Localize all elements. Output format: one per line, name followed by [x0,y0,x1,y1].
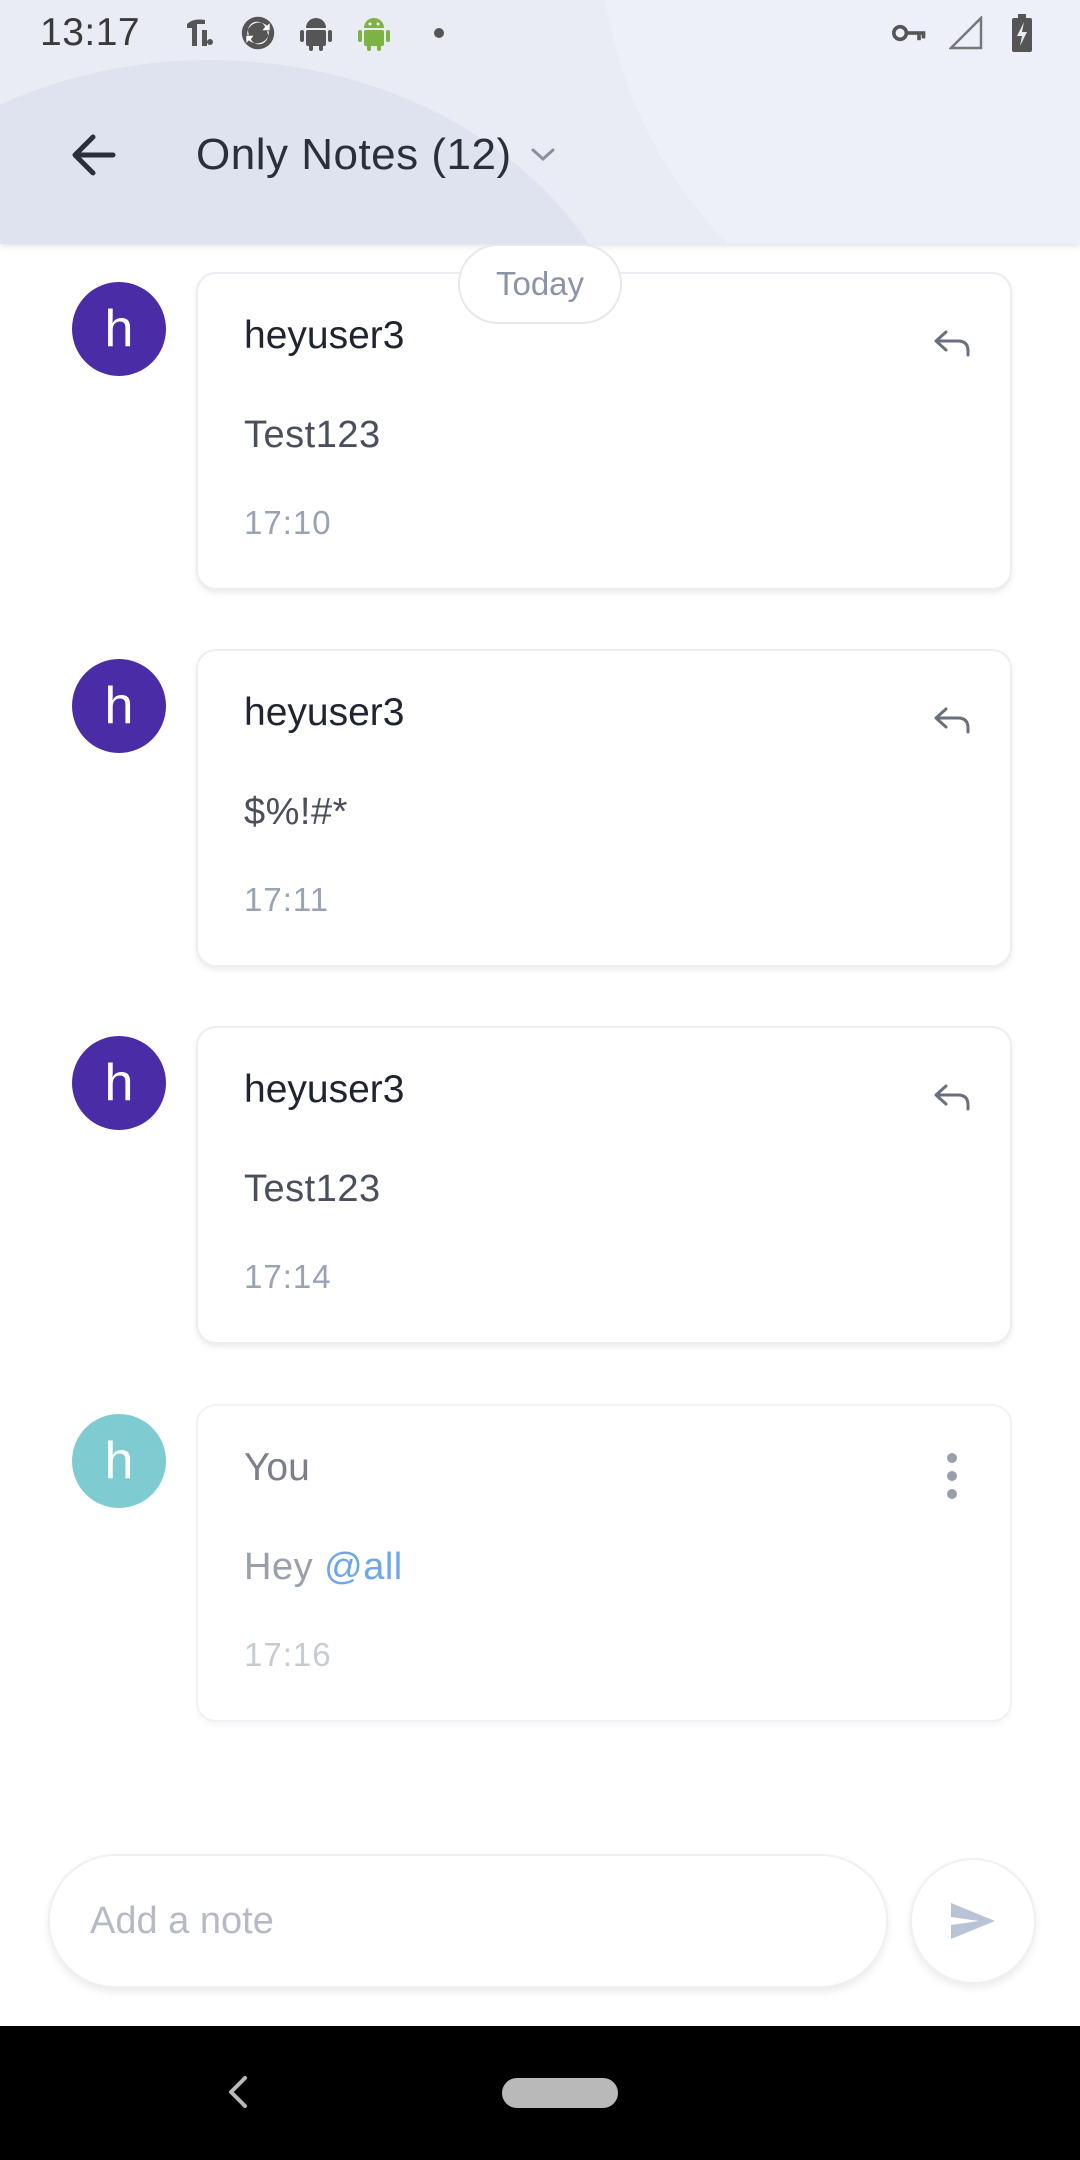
avatar-letter: h [104,1054,134,1112]
more-vert-icon [947,1453,957,1499]
android-dark-icon [298,15,334,51]
page-title: Only Notes (12) [196,130,512,179]
nav-home-pill[interactable] [502,2078,618,2108]
note-card: heyuser3 $%!#* 17:11 [196,649,1012,967]
note-author: heyuser3 [244,1068,405,1111]
chevron-down-icon [531,148,555,162]
reply-icon [934,330,970,357]
note-text: Hey @all [244,1546,403,1589]
avatar-letter: h [104,300,134,358]
battery-icon [1004,14,1040,52]
system-nav-bar [0,2026,1080,2160]
send-button[interactable] [910,1858,1036,1984]
status-bar: 13:17 [0,0,1080,66]
avatar[interactable]: h [72,1036,166,1130]
back-button[interactable] [48,110,138,200]
note-card: heyuser3 Test123 17:10 [196,272,1012,590]
avatar[interactable]: h [72,659,166,753]
notification-icons [182,15,445,51]
reply-button[interactable] [922,691,982,751]
more-options-button[interactable] [922,1446,982,1506]
header-region: 13:17 Only Notes (12) [0,0,1080,244]
note-time: 17:14 [244,1258,332,1295]
android-green-icon [356,15,392,51]
reply-icon [934,1084,970,1111]
nav-back-button[interactable] [218,2070,258,2114]
app-bar: Only Notes (12) [0,100,1080,210]
note-author: You [244,1446,310,1489]
avatar[interactable]: h [72,1414,166,1508]
note-text-prefix: Hey [244,1546,325,1588]
notes-list[interactable]: Today h heyuser3 Test123 17:10 h heyuser… [0,244,1080,2024]
chevron-left-icon [229,2076,247,2108]
more-notifications-dot [434,28,445,38]
note-author: heyuser3 [244,691,405,734]
avatar[interactable]: h [72,282,166,376]
note-card: heyuser3 Test123 17:14 [196,1026,1012,1344]
status-time: 13:17 [40,11,141,54]
send-icon [951,1903,995,1939]
reply-button[interactable] [922,1068,982,1128]
vpn-key-icon [892,15,928,51]
avatar-letter: h [104,1432,134,1490]
note-card: You Hey @all 17:16 [196,1404,1012,1722]
note-text: $%!#* [244,791,348,833]
note-time: 17:10 [244,504,332,541]
notes-filter-dropdown[interactable]: Only Notes (12) [196,130,556,180]
signal-icon [948,15,984,51]
note-author: heyuser3 [244,314,405,357]
sync-icon [240,15,276,51]
note-text: Test123 [244,1168,381,1210]
reply-icon [934,707,970,734]
mention-all[interactable]: @all [324,1546,403,1588]
add-note-input[interactable] [48,1854,888,1988]
arrow-back-icon [72,134,116,176]
reply-button[interactable] [922,314,982,374]
composer [0,1846,1080,1988]
note-text: Test123 [244,414,381,456]
note-time: 17:11 [244,881,330,918]
date-separator: Today [458,244,622,324]
avatar-letter: h [104,677,134,735]
tools-icon [182,15,218,51]
note-time: 17:16 [244,1636,332,1673]
system-icons [892,14,1040,52]
